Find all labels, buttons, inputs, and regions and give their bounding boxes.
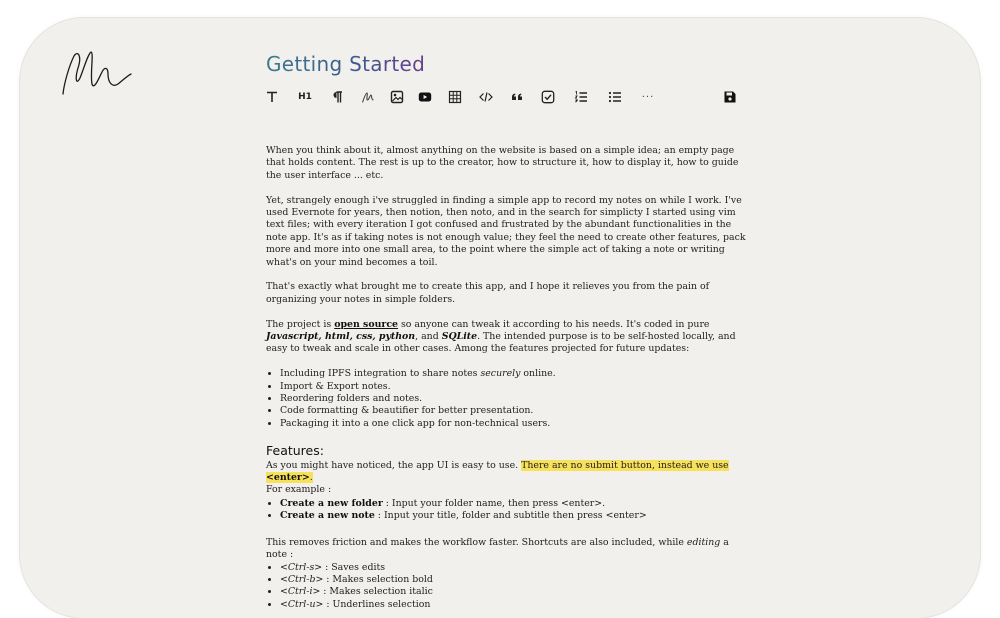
signature-button[interactable]: [358, 87, 378, 107]
examples-list: Create a new folder : Input your folder …: [266, 498, 746, 523]
paragraph: For example :: [266, 484, 332, 496]
list-item: <Ctrl-b> : Makes selection bold: [280, 574, 746, 586]
heading-icon: H1: [298, 92, 312, 102]
list-item: Reordering folders and notes.: [280, 393, 746, 405]
quote-button[interactable]: [507, 87, 527, 107]
list-item: Create a new folder : Input your folder …: [280, 498, 746, 510]
app-frame: Getting Started H1 ··· When you think ab…: [20, 18, 980, 618]
text-button[interactable]: [262, 87, 282, 107]
paragraph-button[interactable]: [327, 87, 347, 107]
paragraph: The project is open source so anyone can…: [266, 318, 736, 355]
unordered-list-icon: [608, 91, 621, 103]
signature-logo: [62, 51, 132, 95]
list-item: Packaging it into a one click app for no…: [280, 418, 746, 430]
list-item: Code formatting & beautifier for better …: [280, 405, 746, 417]
save-icon: [724, 91, 736, 103]
paragraph: This removes friction and makes the work…: [266, 536, 729, 561]
page-title[interactable]: Getting Started: [266, 52, 425, 76]
table-button[interactable]: [445, 87, 465, 107]
checkbox-button[interactable]: [538, 87, 558, 107]
more-button[interactable]: ···: [638, 87, 658, 107]
ordered-list-icon: [574, 90, 587, 103]
youtube-icon: [418, 92, 432, 102]
open-source-link[interactable]: open source: [334, 319, 398, 330]
list-item: Import & Export notes.: [280, 381, 746, 393]
save-button[interactable]: [720, 87, 740, 107]
paragraph: When you think about it, almost anything…: [266, 145, 739, 181]
list-item: Including IPFS integration to share note…: [280, 368, 746, 380]
unordered-list-button[interactable]: [605, 87, 625, 107]
signature-icon: [361, 92, 374, 103]
image-icon: [390, 90, 404, 104]
ordered-list-button[interactable]: [571, 87, 591, 107]
paragraph: As you might have noticed, the app UI is…: [266, 459, 729, 484]
editor-toolbar: H1 ···: [259, 87, 739, 107]
checkbox-icon: [541, 90, 555, 104]
more-icon: ···: [641, 91, 655, 103]
future-features-list: Including IPFS integration to share note…: [266, 368, 746, 430]
code-button[interactable]: [476, 87, 496, 107]
table-icon: [448, 90, 462, 104]
image-button[interactable]: [387, 87, 407, 107]
text-icon: [267, 91, 277, 102]
list-item: <Ctrl-i> : Makes selection italic: [280, 586, 746, 598]
paragraph: Yet, strangely enough i've struggled in …: [266, 194, 746, 268]
features-heading: Features:: [266, 442, 324, 458]
heading-button[interactable]: H1: [295, 87, 315, 107]
shortcuts-list: <Ctrl-s> : Saves edits <Ctrl-b> : Makes …: [266, 562, 746, 612]
paragraph: That's exactly what brought me to create…: [266, 281, 710, 305]
youtube-button[interactable]: [415, 87, 435, 107]
paragraph-icon: [333, 91, 342, 103]
note-content[interactable]: When you think about it, almost anything…: [266, 145, 746, 611]
quote-icon: [512, 93, 522, 100]
list-item: Create a new note : Input your title, fo…: [280, 510, 746, 522]
list-item: <Ctrl-u> : Underlines selection: [280, 599, 746, 611]
code-icon: [479, 92, 493, 102]
list-item: <Ctrl-s> : Saves edits: [280, 562, 746, 574]
